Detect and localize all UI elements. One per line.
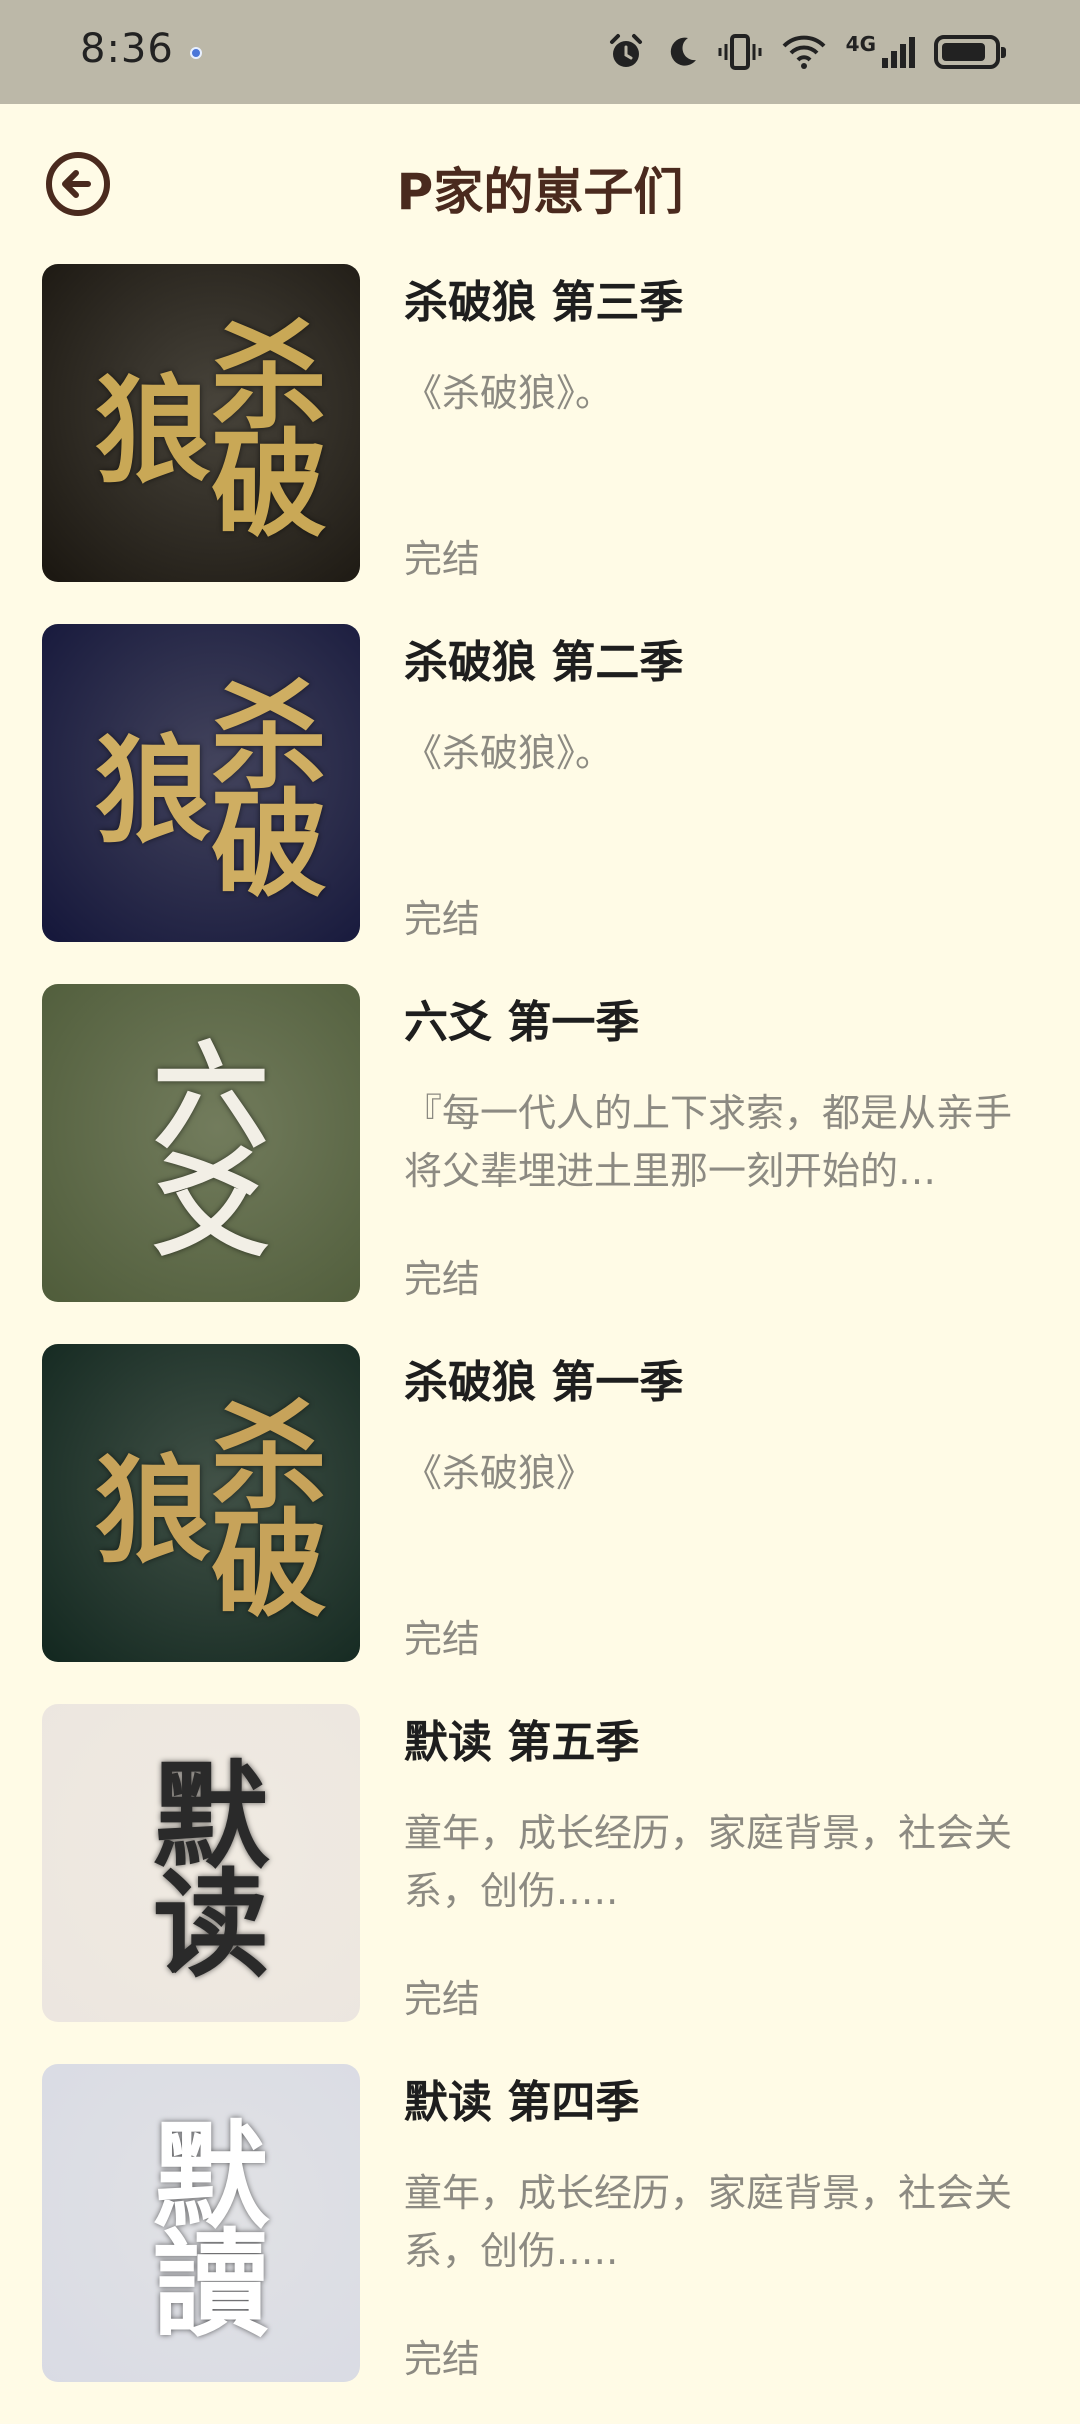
signal-icon	[882, 37, 915, 68]
item-title: 默读 第五季	[404, 1717, 640, 1768]
item-description: 『每一代人的上下求索，都是从亲手将父辈埋进土里那一刻开始的…	[404, 1091, 1013, 1193]
network-type: 4G	[845, 32, 876, 56]
item-status: 完结	[404, 1257, 481, 1301]
status-icons: 4G	[606, 28, 1006, 76]
item-description: 童年，成长经历，家庭背景，社会关系，创伤.….	[404, 1811, 1013, 1913]
item-title: 六爻 第一季	[404, 997, 640, 1048]
list-item[interactable]: 杀破狼 杀破狼 第一季 《杀破狼》 完结	[0, 1344, 1080, 1704]
wifi-icon	[782, 35, 826, 69]
cover-art-text: 默讀	[133, 2115, 269, 2331]
alarm-icon	[609, 34, 642, 67]
cover-image: 杀破狼	[42, 1344, 360, 1662]
cover-art-text: 杀破狼	[75, 675, 327, 891]
item-title: 杀破狼 第三季	[404, 277, 684, 328]
item-status: 完结	[404, 1617, 481, 1661]
list-item[interactable]: 杀破狼 杀破狼 第三季 《杀破狼》。 完结	[0, 264, 1080, 624]
item-status: 完结	[404, 537, 481, 581]
item-title: 杀破狼 第一季	[404, 1357, 684, 1408]
item-status: 完结	[404, 897, 481, 941]
list-item[interactable]: 默讀 默读 第四季 童年，成长经历，家庭背景，社会关系，创伤.…. 完结	[0, 2064, 1080, 2424]
cover-image: 六爻	[42, 984, 360, 1302]
album-list: 杀破狼 杀破狼 第三季 《杀破狼》。 完结 杀破狼 杀破狼 第二季 《杀破狼》。…	[0, 264, 1080, 2424]
battery-icon	[934, 35, 1006, 69]
status-bar: 8:36 4G	[0, 0, 1080, 104]
page-title: P家的崽子们	[396, 163, 684, 221]
cover-art-text: 六爻	[133, 1035, 269, 1251]
list-item[interactable]: 杀破狼 杀破狼 第二季 《杀破狼》。 完结	[0, 624, 1080, 984]
list-item[interactable]: 默读 默读 第五季 童年，成长经历，家庭背景，社会关系，创伤.…. 完结	[0, 1704, 1080, 2064]
item-status: 完结	[404, 2337, 481, 2381]
cover-image: 默读	[42, 1704, 360, 2022]
item-description: 《杀破狼》	[404, 1451, 595, 1495]
item-description: 童年，成长经历，家庭背景，社会关系，创伤.….	[404, 2171, 1013, 2273]
cover-image: 杀破狼	[42, 624, 360, 942]
list-item[interactable]: 六爻 六爻 第一季 『每一代人的上下求索，都是从亲手将父辈埋进土里那一刻开始的……	[0, 984, 1080, 1344]
status-time: 8:36	[80, 26, 174, 72]
item-description: 《杀破狼》。	[404, 371, 614, 415]
moon-icon	[670, 37, 696, 66]
header: P家的崽子们	[0, 104, 1080, 264]
cover-image: 杀破狼	[42, 264, 360, 582]
cover-image: 默讀	[42, 2064, 360, 2382]
cover-art-text: 默读	[133, 1755, 269, 1971]
cover-art-text: 杀破狼	[75, 315, 327, 531]
item-description: 《杀破狼》。	[404, 731, 614, 775]
item-status: 完结	[404, 1977, 481, 2021]
item-title: 默读 第四季	[404, 2077, 640, 2128]
item-title: 杀破狼 第二季	[404, 637, 684, 688]
battery-level	[942, 43, 985, 61]
vibrate-icon	[718, 34, 762, 70]
cover-art-text: 杀破狼	[75, 1395, 327, 1611]
notification-dot-icon	[190, 47, 202, 59]
